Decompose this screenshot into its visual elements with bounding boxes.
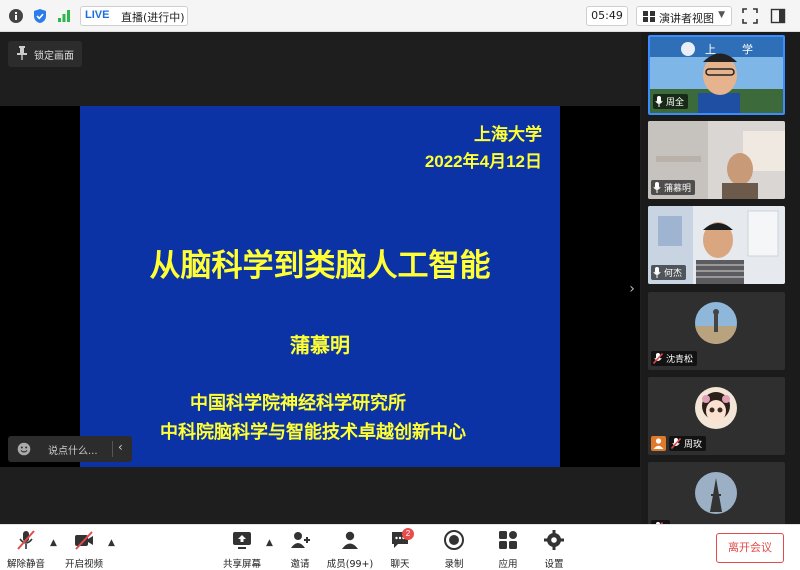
chat-unread-badge: 2: [402, 528, 414, 540]
info-icon[interactable]: [8, 8, 24, 24]
unmute-label: 解除静音: [6, 559, 45, 570]
participant-name-tag: 周玫: [669, 436, 707, 451]
microphone-muted-icon: [671, 438, 681, 449]
live-tag: LIVE: [85, 9, 110, 21]
microphone-icon: [653, 182, 661, 193]
participant-name-tag: 周全: [653, 94, 689, 109]
emoji-icon[interactable]: [17, 442, 31, 456]
participant-tile[interactable]: 上 学 周全: [648, 35, 785, 115]
chevron-down-icon: ▼: [718, 10, 725, 20]
record-button[interactable]: 录制: [436, 529, 472, 570]
view-mode-label: 演讲者视图: [659, 12, 714, 25]
host-user-icon: [651, 436, 666, 451]
live-status-indicator[interactable]: LIVE 直播(进行中): [80, 6, 188, 26]
slide-date: 2022年4月12日: [424, 152, 542, 171]
chat-placeholder: 说点什么...: [48, 446, 98, 457]
avatar: [695, 302, 737, 344]
slide-university: 上海大学: [474, 125, 542, 145]
apps-button[interactable]: 应用: [490, 529, 526, 570]
participant-name-tag: 蒲慕明: [651, 180, 696, 195]
chevron-left-icon[interactable]: ‹: [118, 440, 123, 454]
record-label: 录制: [444, 559, 464, 570]
chevron-up-icon[interactable]: ▲: [266, 538, 273, 548]
lock-view-label: 锁定画面: [34, 51, 74, 62]
apps-label: 应用: [498, 559, 518, 570]
microphone-icon: [653, 267, 661, 278]
live-status-text: 直播(进行中): [121, 11, 185, 24]
chevron-up-icon[interactable]: ▲: [50, 538, 57, 548]
unmute-button[interactable]: 解除静音: [4, 529, 48, 570]
chevron-up-icon[interactable]: ▲: [108, 538, 115, 548]
slide-institution-2: 中科院脑科学与智能技术卓越创新中心: [160, 422, 466, 443]
participant-name-tag: 沈青松: [651, 351, 698, 366]
microphone-muted-icon: [653, 353, 663, 364]
participant-panel: 上 学 周全 蒲慕明 何杰 沈青松 周玫: [641, 32, 800, 524]
signal-strength-icon[interactable]: [56, 8, 72, 24]
invite-button[interactable]: 邀请: [282, 529, 318, 570]
members-label: 成员(99+): [326, 559, 374, 570]
participant-name: 何杰: [664, 269, 683, 279]
start-video-button[interactable]: 开启视频: [62, 529, 106, 570]
participant-tile[interactable]: 沈青松: [648, 292, 785, 370]
window-mode-icon[interactable]: [770, 8, 786, 24]
participant-tile[interactable]: 何杰: [648, 206, 785, 284]
share-screen-label: 共享屏幕: [222, 559, 261, 570]
members-icon: [342, 531, 358, 549]
chat-input-bar[interactable]: 说点什么... ‹: [8, 436, 132, 462]
microphone-icon: [655, 96, 663, 107]
view-mode-dropdown[interactable]: 演讲者视图 ▼: [636, 6, 732, 26]
presentation-slide: 上海大学 2022年4月12日 从脑科学到类脑人工智能 蒲慕明 中国科学院神经科…: [80, 106, 560, 467]
meeting-toolbar: 解除静音 ▲ 开启视频 ▲ 共享屏幕 ▲ 邀请 成员(99+) 2 聊天 录制 …: [0, 524, 800, 570]
meeting-timer: 05:49: [586, 6, 628, 26]
participant-name: 周玫: [684, 440, 703, 450]
participant-name: 沈青松: [666, 355, 694, 365]
security-shield-icon[interactable]: [32, 8, 48, 24]
slide-viewport: 上海大学 2022年4月12日 从脑科学到类脑人工智能 蒲慕明 中国科学院神经科…: [0, 106, 640, 467]
members-button[interactable]: 成员(99+): [326, 529, 374, 570]
chat-label: 聊天: [390, 559, 410, 570]
invite-label: 邀请: [290, 559, 310, 570]
slide-institution-1: 中国科学院神经科学研究所: [190, 393, 406, 414]
record-icon: [444, 530, 464, 550]
start-video-label: 开启视频: [64, 559, 103, 570]
participant-name-tag: 何杰: [651, 265, 687, 280]
apps-grid-icon: [499, 531, 517, 549]
participant-name: 蒲慕明: [664, 184, 692, 194]
avatar: [695, 472, 737, 514]
avatar: [695, 387, 737, 429]
add-user-icon: [291, 532, 310, 548]
participant-name: 周全: [666, 98, 685, 108]
settings-button[interactable]: 设置: [536, 529, 572, 570]
participant-tile[interactable]: [648, 462, 785, 524]
settings-label: 设置: [544, 559, 564, 570]
fullscreen-icon[interactable]: [742, 8, 758, 24]
slide-speaker: 蒲慕明: [290, 333, 350, 357]
grid-view-icon: [643, 11, 655, 22]
slide-title: 从脑科学到类脑人工智能: [149, 248, 491, 284]
svg-text:上: 上: [705, 43, 716, 56]
svg-text:学: 学: [742, 42, 753, 56]
gear-icon: [544, 530, 564, 550]
camera-off-icon: [75, 531, 93, 550]
microphone-muted-icon: [17, 530, 35, 550]
pin-icon: [17, 46, 27, 60]
share-screen-button[interactable]: 共享屏幕: [220, 529, 264, 570]
share-screen-icon: [233, 532, 251, 549]
participant-tile[interactable]: 周玫: [648, 377, 785, 455]
participant-tile[interactable]: 蒲慕明: [648, 121, 785, 199]
lock-view-button[interactable]: 锁定画面: [8, 41, 82, 67]
top-bar: LIVE 直播(进行中) 05:49 演讲者视图 ▼: [0, 0, 800, 32]
chat-button[interactable]: 2 聊天: [382, 528, 418, 570]
divider: [112, 441, 113, 457]
panel-toggle-chevron-right-icon[interactable]: ›: [625, 274, 639, 304]
leave-meeting-button[interactable]: 离开会议: [716, 533, 784, 563]
shared-screen-stage: 锁定画面 上海大学 2022年4月12日 从脑科学到类脑人工智能 蒲慕明 中国科…: [0, 32, 640, 524]
